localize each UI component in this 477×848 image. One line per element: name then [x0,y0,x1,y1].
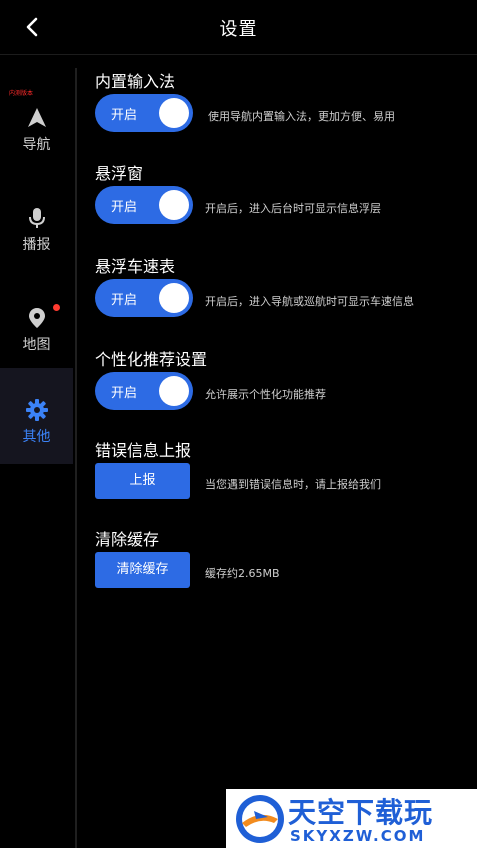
setting-description: 开启后，进入后台时可显示信息浮层 [205,202,381,215]
sidebar-item-label: 地图 [22,337,51,353]
setting-description: 开启后，进入导航或巡航时可显示车速信息 [205,295,414,308]
sidebar-item-label: 播报 [22,237,51,253]
toggle-knob [159,283,189,313]
setting-title: 悬浮窗 [95,164,144,183]
clear-cache-button[interactable]: 清除缓存 [95,552,190,588]
sidebar-item-broadcast[interactable]: 播报 [0,176,73,272]
toggle-label: 开启 [111,386,138,401]
setting-description: 允许展示个性化功能推荐 [205,388,326,401]
top-bar: 设置 [0,0,477,55]
setting-title: 错误信息上报 [95,441,192,460]
report-button[interactable]: 上报 [95,463,190,499]
watermark-title: 天空下载玩 [288,791,433,831]
sidebar-item-label: 其他 [22,429,51,445]
watermark-title-text: 天空下载玩 [288,796,434,829]
setting-description: 当您遇到错误信息时，请上报给我们 [205,478,381,491]
setting-title: 清除缓存 [95,530,160,549]
sidebar: 导航 内测版本 播报 地图 其他 [0,68,77,848]
tiny-red-text: 内测版本 [9,90,34,97]
toggle-label: 开启 [111,293,138,308]
setting-title: 内置输入法 [95,72,176,91]
gear-icon [26,399,48,421]
toggle-knob [159,190,189,220]
page-title: 设置 [219,19,258,40]
toggle-label: 开启 [111,108,138,123]
sidebar-item-map[interactable]: 地图 [0,276,73,372]
watermark: 天空下载玩 SKYXZW.COM [226,789,477,848]
floating-window-toggle[interactable]: 开启 [95,186,193,224]
microphone-icon [29,208,45,228]
toggle-label: 开启 [111,200,138,215]
map-pin-icon [29,308,45,328]
speedometer-toggle[interactable]: 开启 [95,279,193,317]
logo-icon [236,795,284,843]
setting-description: 使用导航内置输入法，更加方便、易用 [208,110,395,123]
personalized-toggle[interactable]: 开启 [95,372,193,410]
builtin-ime-toggle[interactable]: 开启 [95,94,193,132]
notification-badge [53,304,60,311]
toggle-knob [159,376,189,406]
watermark-url: SKYXZW.COM [290,827,426,845]
toggle-knob [159,98,189,128]
sidebar-item-other[interactable]: 其他 [0,368,73,464]
setting-description: 缓存约2.65MB [205,567,280,580]
navigation-arrow-icon [28,108,46,127]
setting-title: 悬浮车速表 [95,257,176,276]
setting-title: 个性化推荐设置 [95,350,208,369]
sidebar-item-label: 导航 [22,137,51,153]
